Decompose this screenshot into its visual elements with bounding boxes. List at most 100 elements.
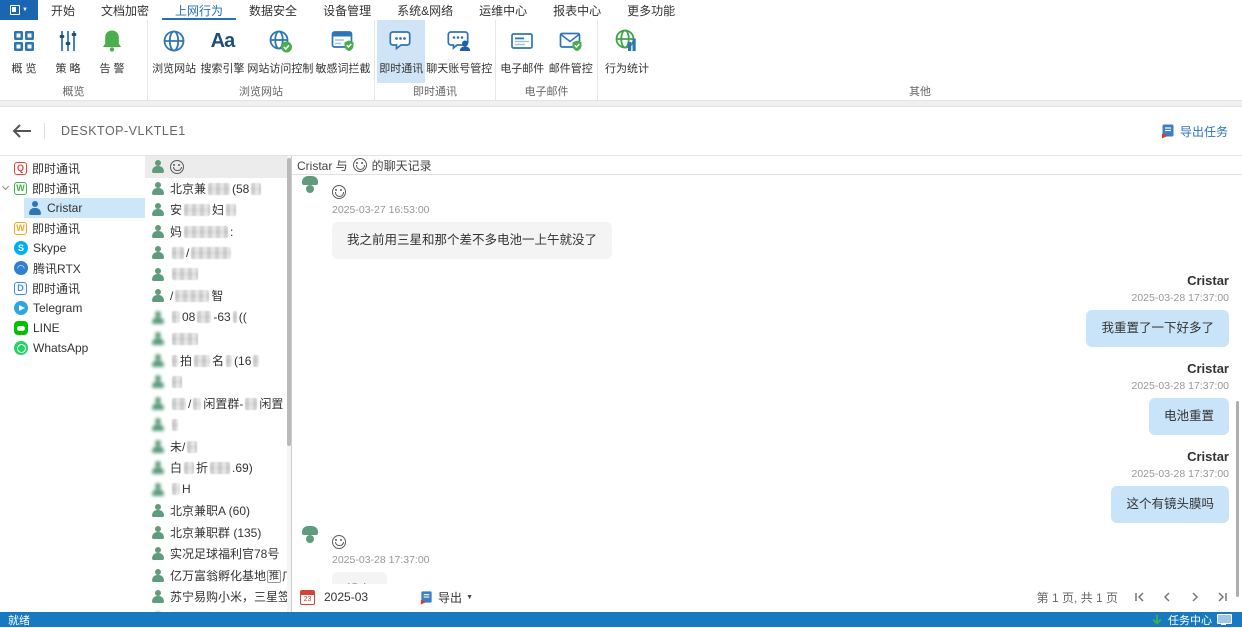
monitor-icon[interactable] xyxy=(1217,614,1230,625)
sidebar-item-telegram[interactable]: Telegram xyxy=(0,298,145,318)
contact-row[interactable]: 北京兼职群 (135) xyxy=(145,522,291,544)
contact-row[interactable]: 白折.69) xyxy=(145,457,291,479)
month-picker[interactable]: 2025-03 xyxy=(324,590,368,604)
overview-button[interactable]: 概 览 xyxy=(2,20,46,83)
message-list: 2025-03-27 16:53:00 我之前用三星和那个差不多电池一上午就没了… xyxy=(292,176,1242,584)
contacts-scrollbar-thumb[interactable] xyxy=(287,158,291,446)
sidebar-item-label: Telegram xyxy=(33,301,82,315)
contact-row[interactable]: 亿万富翁孵化基地推广 (3... xyxy=(145,565,291,587)
sidebar-item-skype[interactable]: S Skype xyxy=(0,238,145,258)
message-bubble: 我之前用三星和那个差不多电池一上午就没了 xyxy=(332,222,612,259)
contact-avatar-icon xyxy=(151,397,164,410)
contact-row[interactable] xyxy=(145,264,291,286)
contact-label: / xyxy=(170,246,233,260)
sidebar-item-tencent-rtx[interactable]: ◠ 腾讯RTX xyxy=(0,258,145,278)
window-shield-icon xyxy=(330,24,356,58)
sender-name: Cristar xyxy=(301,449,1229,464)
behavior-statistics-button[interactable]: 行为统计 xyxy=(600,20,654,83)
globe-check-icon xyxy=(267,24,293,58)
search-engine-button[interactable]: Aa 搜索引擎 xyxy=(198,20,246,83)
sidebar-item-cristar[interactable]: Cristar xyxy=(24,198,145,218)
tab-start[interactable]: 开始 xyxy=(38,0,88,20)
message-sent: Cristar 2025-03-28 17:37:00 我重置了一下好多了 xyxy=(301,273,1229,347)
export-tasks-button[interactable]: 导出任务 xyxy=(1160,123,1228,140)
sidebar-item-im-w-orange[interactable]: W 即时通讯 xyxy=(0,218,145,238)
tab-report-center[interactable]: 报表中心 xyxy=(540,0,614,20)
contact-row[interactable] xyxy=(145,608,291,613)
contact-row[interactable]: 拍名(16 xyxy=(145,350,291,372)
contact-row[interactable]: 北京兼(58 xyxy=(145,178,291,200)
redacted-text xyxy=(172,419,178,431)
contact-row[interactable] xyxy=(145,328,291,350)
globe-icon xyxy=(161,24,187,58)
next-page-button[interactable] xyxy=(1188,590,1202,604)
sidebar-item-label: WhatsApp xyxy=(33,341,88,355)
button-label: 行为统计 xyxy=(605,60,649,76)
previous-page-button[interactable] xyxy=(1160,590,1174,604)
chevron-down-icon: ▼ xyxy=(22,7,28,13)
contact-row[interactable]: 安妇 xyxy=(145,199,291,221)
sidebar-item-whatsapp[interactable]: WhatsApp xyxy=(0,338,145,358)
tab-ops-center[interactable]: 运维中心 xyxy=(466,0,540,20)
tab-data-security[interactable]: 数据安全 xyxy=(236,0,310,20)
tab-system-network[interactable]: 系统&网络 xyxy=(384,0,466,20)
alert-button[interactable]: 告 警 xyxy=(90,20,134,83)
contact-row[interactable] xyxy=(145,156,291,178)
contact-row[interactable]: /闲置群-闲置 (... xyxy=(145,393,291,415)
sidebar-item-im-d[interactable]: D 即时通讯 xyxy=(0,278,145,298)
emoji-face-icon xyxy=(332,535,346,549)
contact-avatar-icon xyxy=(151,526,164,539)
contact-row[interactable] xyxy=(145,371,291,393)
calendar-icon[interactable]: 23 xyxy=(300,590,315,605)
redacted-text xyxy=(172,247,184,259)
last-page-button[interactable] xyxy=(1216,590,1230,604)
message-sent: Cristar 2025-03-28 17:37:00 这个有镜头膜吗 xyxy=(301,449,1229,523)
first-page-button[interactable] xyxy=(1132,590,1146,604)
sidebar-item-line[interactable]: LINE xyxy=(0,318,145,338)
redacted-text xyxy=(226,355,232,367)
contact-row[interactable]: / xyxy=(145,242,291,264)
tab-device-management[interactable]: 设备管理 xyxy=(310,0,384,20)
contact-row[interactable]: 08-63(( xyxy=(145,307,291,329)
contact-row[interactable]: 北京兼职A (60) xyxy=(145,500,291,522)
contact-row[interactable]: 苏宁易购小米，三星签聚购... xyxy=(145,586,291,608)
contact-label: 08-63(( xyxy=(170,310,247,324)
w-app-icon: W xyxy=(14,182,27,195)
email-button[interactable]: 电子邮件 xyxy=(498,20,547,83)
contact-row[interactable] xyxy=(145,414,291,436)
chevron-expanded-icon[interactable] xyxy=(2,183,9,190)
tab-doc-encryption[interactable]: 文档加密 xyxy=(88,0,162,20)
contact-row[interactable]: /智 xyxy=(145,285,291,307)
mail-control-button[interactable]: 邮件管控 xyxy=(547,20,596,83)
policy-button[interactable]: 策 略 xyxy=(46,20,90,83)
redacted-text xyxy=(187,441,197,453)
tab-more-functions[interactable]: 更多功能 xyxy=(614,0,688,20)
contact-row[interactable]: 妈: xyxy=(145,221,291,243)
contacts-scrollbar[interactable] xyxy=(287,156,291,612)
contact-row[interactable]: 实况足球福利官78号 xyxy=(145,543,291,565)
app-menu-button[interactable]: ▼ xyxy=(0,0,38,20)
redacted-text xyxy=(193,398,201,410)
sidebar-item-im-q[interactable]: Q 即时通讯 xyxy=(0,158,145,178)
redacted-text xyxy=(172,376,182,388)
back-button[interactable] xyxy=(0,122,44,140)
chat-account-control-button[interactable]: 聊天账号管控 xyxy=(425,20,493,83)
redacted-text xyxy=(172,483,180,495)
ribbon-tab-bar: ▼ 开始 文档加密 上网行为 数据安全 设备管理 系统&网络 运维中心 报表中心… xyxy=(0,0,1242,20)
task-center-button[interactable]: 任务中心 xyxy=(1151,612,1230,628)
sensitive-word-block-button[interactable]: 敏感词拦截 xyxy=(314,20,372,83)
browse-websites-button[interactable]: 浏览网站 xyxy=(150,20,198,83)
instant-messaging-button[interactable]: 即时通讯 xyxy=(377,20,425,83)
sidebar-item-im-w-green[interactable]: W 即时通讯 xyxy=(0,178,145,198)
export-button[interactable]: 导出 ▼ xyxy=(419,589,473,606)
contact-row[interactable]: 未/ xyxy=(145,436,291,458)
contact-row[interactable]: H xyxy=(145,479,291,501)
line-icon xyxy=(14,321,28,335)
export-label: 导出 xyxy=(438,589,462,606)
contact-name-text: 白 xyxy=(170,461,182,475)
chat-scrollbar-thumb[interactable] xyxy=(1236,401,1239,597)
contact-name-text: / xyxy=(186,246,189,260)
website-access-control-button[interactable]: 网站访问控制 xyxy=(247,20,314,83)
tab-internet-behavior[interactable]: 上网行为 xyxy=(162,0,236,20)
button-label: 策 略 xyxy=(55,60,80,76)
